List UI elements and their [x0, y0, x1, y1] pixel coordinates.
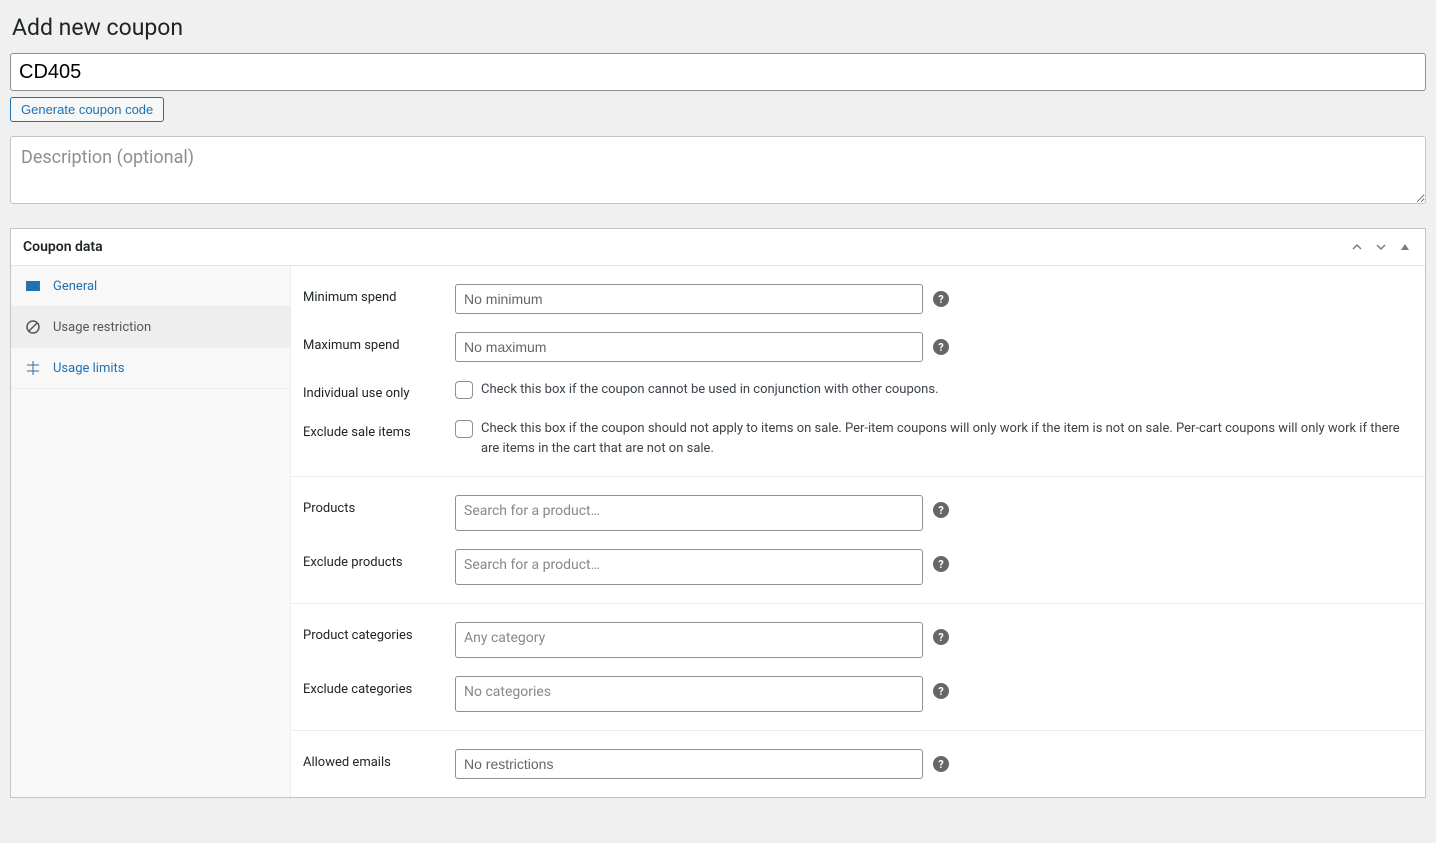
- content-area: Minimum spend ? Maximum spend ? Individu…: [291, 266, 1425, 797]
- tab-usage-restriction[interactable]: Usage restriction: [11, 307, 290, 348]
- products-select[interactable]: Search for a product…: [455, 495, 923, 531]
- product-categories-select[interactable]: Any category: [455, 622, 923, 658]
- minimum-spend-label: Minimum spend: [303, 284, 455, 305]
- exclude-sale-label: Exclude sale items: [303, 419, 455, 440]
- panel-controls: [1349, 239, 1413, 255]
- coupon-data-panel: Coupon data General: [10, 228, 1426, 798]
- individual-use-description: Check this box if the coupon cannot be u…: [481, 380, 939, 400]
- emails-group: Allowed emails ?: [291, 731, 1425, 797]
- help-icon[interactable]: ?: [933, 339, 949, 355]
- exclude-sale-checkbox[interactable]: [455, 420, 473, 438]
- exclude-categories-select[interactable]: No categories: [455, 676, 923, 712]
- generate-coupon-code-button[interactable]: Generate coupon code: [10, 97, 164, 122]
- categories-group: Product categories Any category ? Exclud…: [291, 604, 1425, 731]
- tab-general-label: General: [53, 279, 97, 294]
- allowed-emails-input[interactable]: [455, 749, 923, 779]
- exclude-categories-row: Exclude categories No categories ?: [303, 667, 1413, 721]
- panel-header: Coupon data: [11, 229, 1425, 266]
- coupon-description-textarea[interactable]: [10, 136, 1426, 204]
- product-categories-label: Product categories: [303, 622, 455, 643]
- help-icon[interactable]: ?: [933, 683, 949, 699]
- help-icon[interactable]: ?: [933, 502, 949, 518]
- panel-body: General Usage restriction Usage limits M…: [11, 266, 1425, 797]
- maximum-spend-row: Maximum spend ?: [303, 323, 1413, 371]
- individual-use-row: Individual use only Check this box if th…: [303, 371, 1413, 410]
- exclude-products-select[interactable]: Search for a product…: [455, 549, 923, 585]
- chevron-down-icon[interactable]: [1373, 239, 1389, 255]
- help-icon[interactable]: ?: [933, 291, 949, 307]
- individual-use-checkbox[interactable]: [455, 381, 473, 399]
- products-group: Products Search for a product… ? Exclude…: [291, 477, 1425, 604]
- help-icon[interactable]: ?: [933, 756, 949, 772]
- exclude-products-row: Exclude products Search for a product… ?: [303, 540, 1413, 594]
- product-categories-row: Product categories Any category ?: [303, 613, 1413, 667]
- tab-usage-limits[interactable]: Usage limits: [11, 348, 290, 389]
- triangle-up-icon[interactable]: [1397, 239, 1413, 255]
- tab-general[interactable]: General: [11, 266, 290, 307]
- minimum-spend-input[interactable]: [455, 284, 923, 314]
- chevron-up-icon[interactable]: [1349, 239, 1365, 255]
- tab-usage-restriction-label: Usage restriction: [53, 320, 151, 335]
- exclude-sale-row: Exclude sale items Check this box if the…: [303, 410, 1413, 467]
- tab-usage-limits-label: Usage limits: [53, 361, 124, 376]
- page-title: Add new coupon: [10, 10, 1426, 41]
- products-label: Products: [303, 495, 455, 516]
- allowed-emails-row: Allowed emails ?: [303, 740, 1413, 788]
- individual-use-label: Individual use only: [303, 380, 455, 401]
- block-icon: [25, 319, 41, 335]
- ticket-icon: [25, 278, 41, 294]
- spend-group: Minimum spend ? Maximum spend ? Individu…: [291, 266, 1425, 477]
- help-icon[interactable]: ?: [933, 556, 949, 572]
- coupon-code-input[interactable]: [10, 53, 1426, 91]
- panel-title: Coupon data: [23, 239, 103, 255]
- maximum-spend-input[interactable]: [455, 332, 923, 362]
- exclude-categories-label: Exclude categories: [303, 676, 455, 697]
- exclude-sale-description: Check this box if the coupon should not …: [481, 419, 1413, 458]
- sidebar-tabs: General Usage restriction Usage limits: [11, 266, 291, 797]
- help-icon[interactable]: ?: [933, 629, 949, 645]
- allowed-emails-label: Allowed emails: [303, 749, 455, 770]
- sliders-icon: [25, 360, 41, 376]
- minimum-spend-row: Minimum spend ?: [303, 275, 1413, 323]
- maximum-spend-label: Maximum spend: [303, 332, 455, 353]
- products-row: Products Search for a product… ?: [303, 486, 1413, 540]
- exclude-products-label: Exclude products: [303, 549, 455, 570]
